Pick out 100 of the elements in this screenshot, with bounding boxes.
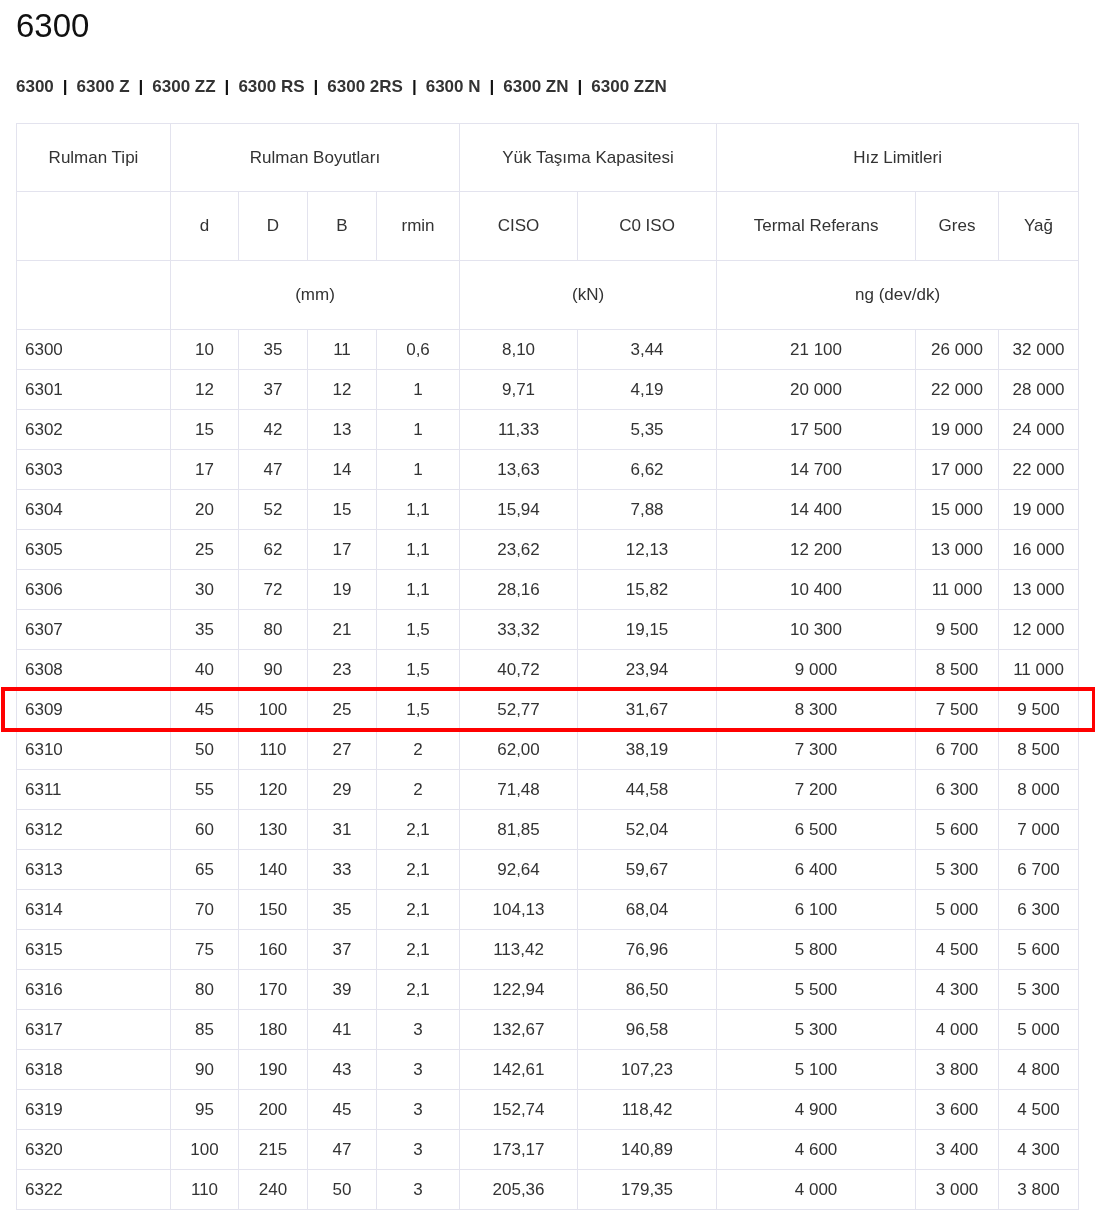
table-cell: 15,94 <box>459 489 578 530</box>
separator: | <box>312 76 320 99</box>
table-cell: 4 500 <box>915 929 999 970</box>
table-cell: 4 500 <box>998 1089 1079 1130</box>
table-cell: 1 <box>376 369 460 410</box>
table-cell: 76,96 <box>577 929 717 970</box>
table-cell: 33,32 <box>459 609 578 650</box>
header-cell: Rulman Tipi <box>16 123 171 192</box>
header-cell: Yük Taşıma Kapasitesi <box>459 123 717 192</box>
table-cell: 3 000 <box>915 1169 999 1210</box>
table-cell: 2,1 <box>376 849 460 890</box>
table-cell: 50 <box>307 1169 377 1210</box>
table-cell: 240 <box>238 1169 308 1210</box>
variant-link[interactable]: 6300 2RS <box>327 74 403 100</box>
table-cell: 38,19 <box>577 729 717 770</box>
table-cell: 52,04 <box>577 809 717 850</box>
table-cell: 3 800 <box>915 1049 999 1090</box>
table-cell: 33 <box>307 849 377 890</box>
table-cell: 32 000 <box>998 329 1079 370</box>
table-cell: 5 000 <box>998 1009 1079 1050</box>
table-cell: 90 <box>170 1049 239 1090</box>
table-cell: 170 <box>238 969 308 1010</box>
table-cell: 0,6 <box>376 329 460 370</box>
table-cell: 6310 <box>16 729 171 770</box>
table-cell: 15 000 <box>915 489 999 530</box>
table-cell: 28,16 <box>459 569 578 610</box>
variant-link[interactable]: 6300 ZZ <box>152 74 216 100</box>
table-cell: 52 <box>238 489 308 530</box>
table-cell: 6 100 <box>716 889 916 930</box>
table-cell: 173,17 <box>459 1129 578 1170</box>
table-cell: 107,23 <box>577 1049 717 1090</box>
table-cell: 4 000 <box>915 1009 999 1050</box>
table-cell: 6313 <box>16 849 171 890</box>
table-cell: 13,63 <box>459 449 578 490</box>
table-cell: 5 300 <box>716 1009 916 1050</box>
table-cell: 5 600 <box>998 929 1079 970</box>
header-cell: C0 ISO <box>577 191 717 261</box>
table-cell: 17 000 <box>915 449 999 490</box>
header-cell: Termal Referans <box>716 191 916 261</box>
table-cell: 29 <box>307 769 377 810</box>
table-cell: 22 000 <box>998 449 1079 490</box>
header-cell: Hız Limitleri <box>716 123 1079 192</box>
table-cell: 5 300 <box>915 849 999 890</box>
table-cell: 3 600 <box>915 1089 999 1130</box>
table-cell: 6301 <box>16 369 171 410</box>
table-cell: 17 <box>307 529 377 570</box>
table-cell: 6 700 <box>915 729 999 770</box>
table-cell: 15,82 <box>577 569 717 610</box>
variant-link[interactable]: 6300 ZN <box>503 74 569 100</box>
table-cell: 6 400 <box>716 849 916 890</box>
table-cell: 6312 <box>16 809 171 850</box>
table-cell: 50 <box>170 729 239 770</box>
table-cell: 65 <box>170 849 239 890</box>
table-cell: 3,44 <box>577 329 717 370</box>
table-cell: 4 900 <box>716 1089 916 1130</box>
table-cell: 120 <box>238 769 308 810</box>
variant-link[interactable]: 6300 RS <box>238 74 305 100</box>
table-cell: 9,71 <box>459 369 578 410</box>
separator: | <box>410 76 418 99</box>
table-cell: 100 <box>170 1129 239 1170</box>
table-cell: 23,62 <box>459 529 578 570</box>
variant-link[interactable]: 6300 ZZN <box>591 74 667 100</box>
table-cell: 152,74 <box>459 1089 578 1130</box>
table-cell: 19 000 <box>915 409 999 450</box>
table-cell: 45 <box>307 1089 377 1130</box>
table-cell: 113,42 <box>459 929 578 970</box>
table-cell: 10 300 <box>716 609 916 650</box>
table-cell: 7 300 <box>716 729 916 770</box>
table-cell: 6318 <box>16 1049 171 1090</box>
table-cell: 22 000 <box>915 369 999 410</box>
table-cell: 110 <box>170 1169 239 1210</box>
table-cell: 6303 <box>16 449 171 490</box>
variant-link[interactable]: 6300 N <box>425 74 481 100</box>
table-cell: 150 <box>238 889 308 930</box>
header-cell: rmin <box>376 191 460 261</box>
table-cell: 62 <box>238 529 308 570</box>
table-cell: 44,58 <box>577 769 717 810</box>
header-cell: B <box>307 191 377 261</box>
table-cell: 6320 <box>16 1129 171 1170</box>
table-cell: 2,1 <box>376 969 460 1010</box>
table-cell: 3 <box>376 1049 460 1090</box>
header-cell: Yağ <box>998 191 1079 261</box>
table-cell: 11 <box>307 329 377 370</box>
table-cell: 1,5 <box>376 609 460 650</box>
table-cell: 6307 <box>16 609 171 650</box>
variant-link[interactable]: 6300 <box>16 74 54 100</box>
table-cell: 81,85 <box>459 809 578 850</box>
table-cell: 42 <box>238 409 308 450</box>
table-cell: 13 000 <box>915 529 999 570</box>
table-cell: 8 500 <box>998 729 1079 770</box>
table-cell: 8,10 <box>459 329 578 370</box>
table-cell: 70 <box>170 889 239 930</box>
table-cell: 55 <box>170 769 239 810</box>
table-cell: 5 800 <box>716 929 916 970</box>
table-cell: 205,36 <box>459 1169 578 1210</box>
variant-link[interactable]: 6300 Z <box>76 74 130 100</box>
table-cell: 132,67 <box>459 1009 578 1050</box>
table-cell: 11 000 <box>915 569 999 610</box>
table-cell: 6314 <box>16 889 171 930</box>
table-cell: 5 300 <box>998 969 1079 1010</box>
